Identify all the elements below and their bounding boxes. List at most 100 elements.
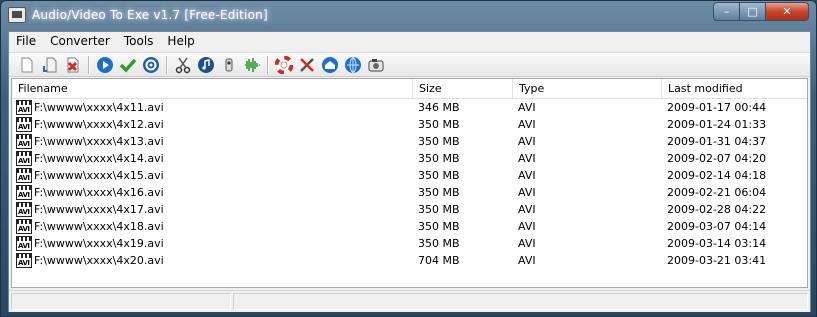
avi-file-icon: AVI — [16, 219, 32, 234]
close-button[interactable]: ✕ — [765, 2, 809, 21]
table-row[interactable]: AVI F:\wwww\xxxx\4x16.avi 350 MB AVI 2009-02… — [12, 184, 807, 201]
cell-last-modified: 2009-02-28 04:22 — [667, 203, 767, 216]
cell-last-modified: 2009-03-14 03:14 — [667, 237, 767, 250]
menu-file[interactable]: File — [9, 32, 43, 51]
cell-last-modified: 2009-02-07 04:20 — [667, 152, 767, 165]
camera-icon[interactable] — [219, 55, 239, 75]
cell-size: 350 MB — [418, 220, 460, 233]
cell-filename: F:\wwww\xxxx\4x18.avi — [34, 220, 164, 233]
file-icon-label: AVI — [18, 242, 30, 250]
file-icon-label: AVI — [18, 123, 30, 131]
file-list[interactable]: Filename Size Type Last modified AVI F:\w… — [11, 78, 808, 288]
file-icon-label: AVI — [18, 157, 30, 165]
cell-type: AVI — [518, 135, 536, 148]
file-icon-label: AVI — [18, 259, 30, 267]
cell-type: AVI — [518, 254, 536, 267]
table-row[interactable]: AVI F:\wwww\xxxx\4x12.avi 350 MB AVI 2009-01… — [12, 116, 807, 133]
cell-filename: F:\wwww\xxxx\4x16.avi — [34, 186, 164, 199]
status-pane — [233, 293, 808, 310]
table-row[interactable]: AVI F:\wwww\xxxx\4x18.avi 350 MB AVI 2009-03… — [12, 218, 807, 235]
cut-icon[interactable] — [173, 55, 193, 75]
menu-bar: File Converter Tools Help — [9, 32, 810, 51]
title-bar[interactable]: Audio/Video To Exe v1.7 [Free-Edition] –… — [1, 1, 816, 31]
settings-icon[interactable] — [141, 55, 161, 75]
table-row[interactable]: AVI F:\wwww\xxxx\4x13.avi 350 MB AVI 2009-01… — [12, 133, 807, 150]
cell-type: AVI — [518, 101, 536, 114]
cell-size: 350 MB — [418, 203, 460, 216]
cell-last-modified: 2009-01-24 01:33 — [667, 118, 767, 131]
music-icon[interactable] — [196, 55, 216, 75]
help-lifebuoy-icon[interactable] — [274, 55, 294, 75]
avi-file-icon: AVI — [16, 236, 32, 251]
cell-last-modified: 2009-02-21 06:04 — [667, 186, 767, 199]
cell-filename: F:\wwww\xxxx\4x11.avi — [34, 101, 164, 114]
cell-size: 350 MB — [418, 118, 460, 131]
table-row[interactable]: AVI F:\wwww\xxxx\4x17.avi 350 MB AVI 2009-02… — [12, 201, 807, 218]
web-icon[interactable] — [343, 55, 363, 75]
cell-size: 350 MB — [418, 237, 460, 250]
avi-file-icon: AVI — [16, 100, 32, 115]
cell-size: 704 MB — [418, 254, 460, 267]
cell-filename: F:\wwww\xxxx\4x12.avi — [34, 118, 164, 131]
cell-last-modified: 2009-03-21 03:41 — [667, 254, 767, 267]
about-icon[interactable] — [366, 55, 386, 75]
toolbar-separator — [267, 55, 269, 74]
window-title: Audio/Video To Exe v1.7 [Free-Edition] — [32, 8, 268, 22]
cell-type: AVI — [518, 186, 536, 199]
cell-type: AVI — [518, 118, 536, 131]
list-rows: AVI F:\wwww\xxxx\4x11.avi 346 MB AVI 2009-01… — [12, 99, 807, 269]
menu-help[interactable]: Help — [160, 32, 201, 51]
tools-icon[interactable] — [297, 55, 317, 75]
menu-converter[interactable]: Converter — [43, 32, 117, 51]
toolbar — [9, 52, 810, 77]
table-row[interactable]: AVI F:\wwww\xxxx\4x19.avi 350 MB AVI 2009-03… — [12, 235, 807, 252]
file-icon-label: AVI — [18, 140, 30, 148]
cell-last-modified: 2009-01-31 04:37 — [667, 135, 767, 148]
table-row[interactable]: AVI F:\wwww\xxxx\4x15.avi 350 MB AVI 2009-02… — [12, 167, 807, 184]
column-header-size[interactable]: Size — [413, 79, 513, 98]
waveform-icon[interactable] — [242, 55, 262, 75]
file-icon-label: AVI — [18, 191, 30, 199]
status-pane — [11, 293, 231, 310]
maximize-button[interactable]: □ — [739, 2, 766, 21]
cell-filename: F:\wwww\xxxx\4x19.avi — [34, 237, 164, 250]
cell-last-modified: 2009-01-17 00:44 — [667, 101, 767, 114]
column-header-filename[interactable]: Filename — [12, 79, 413, 98]
add-file-icon[interactable] — [40, 55, 60, 75]
play-icon[interactable] — [95, 55, 115, 75]
list-header: Filename Size Type Last modified — [12, 79, 807, 99]
app-window: Audio/Video To Exe v1.7 [Free-Edition] –… — [0, 0, 817, 317]
client-area: File Converter Tools Help Filename Size … — [8, 31, 811, 312]
file-icon-label: AVI — [18, 106, 30, 114]
avi-file-icon: AVI — [16, 117, 32, 132]
column-header-type[interactable]: Type — [513, 79, 662, 98]
menu-tools[interactable]: Tools — [117, 32, 161, 51]
minimize-button[interactable]: – — [713, 2, 740, 21]
cell-type: AVI — [518, 220, 536, 233]
cell-filename: F:\wwww\xxxx\4x20.avi — [34, 254, 164, 267]
cell-type: AVI — [518, 152, 536, 165]
table-row[interactable]: AVI F:\wwww\xxxx\4x20.avi 704 MB AVI 2009-03… — [12, 252, 807, 269]
status-bar — [9, 290, 810, 312]
cell-size: 350 MB — [418, 152, 460, 165]
file-icon-label: AVI — [18, 174, 30, 182]
check-icon[interactable] — [118, 55, 138, 75]
cell-size: 350 MB — [418, 135, 460, 148]
avi-file-icon: AVI — [16, 151, 32, 166]
cell-last-modified: 2009-03-07 04:14 — [667, 220, 767, 233]
home-icon[interactable] — [320, 55, 340, 75]
cell-size: 346 MB — [418, 101, 460, 114]
table-row[interactable]: AVI F:\wwww\xxxx\4x14.avi 350 MB AVI 2009-02… — [12, 150, 807, 167]
cell-filename: F:\wwww\xxxx\4x15.avi — [34, 169, 164, 182]
column-header-last-modified[interactable]: Last modified — [662, 79, 804, 98]
app-icon[interactable] — [8, 7, 26, 23]
new-icon[interactable] — [17, 55, 37, 75]
avi-file-icon: AVI — [16, 253, 32, 268]
cell-size: 350 MB — [418, 186, 460, 199]
delete-icon[interactable] — [63, 55, 83, 75]
avi-file-icon: AVI — [16, 185, 32, 200]
table-row[interactable]: AVI F:\wwww\xxxx\4x11.avi 346 MB AVI 2009-01… — [12, 99, 807, 116]
cell-last-modified: 2009-02-14 04:18 — [667, 169, 767, 182]
cell-size: 350 MB — [418, 169, 460, 182]
cell-filename: F:\wwww\xxxx\4x14.avi — [34, 152, 164, 165]
